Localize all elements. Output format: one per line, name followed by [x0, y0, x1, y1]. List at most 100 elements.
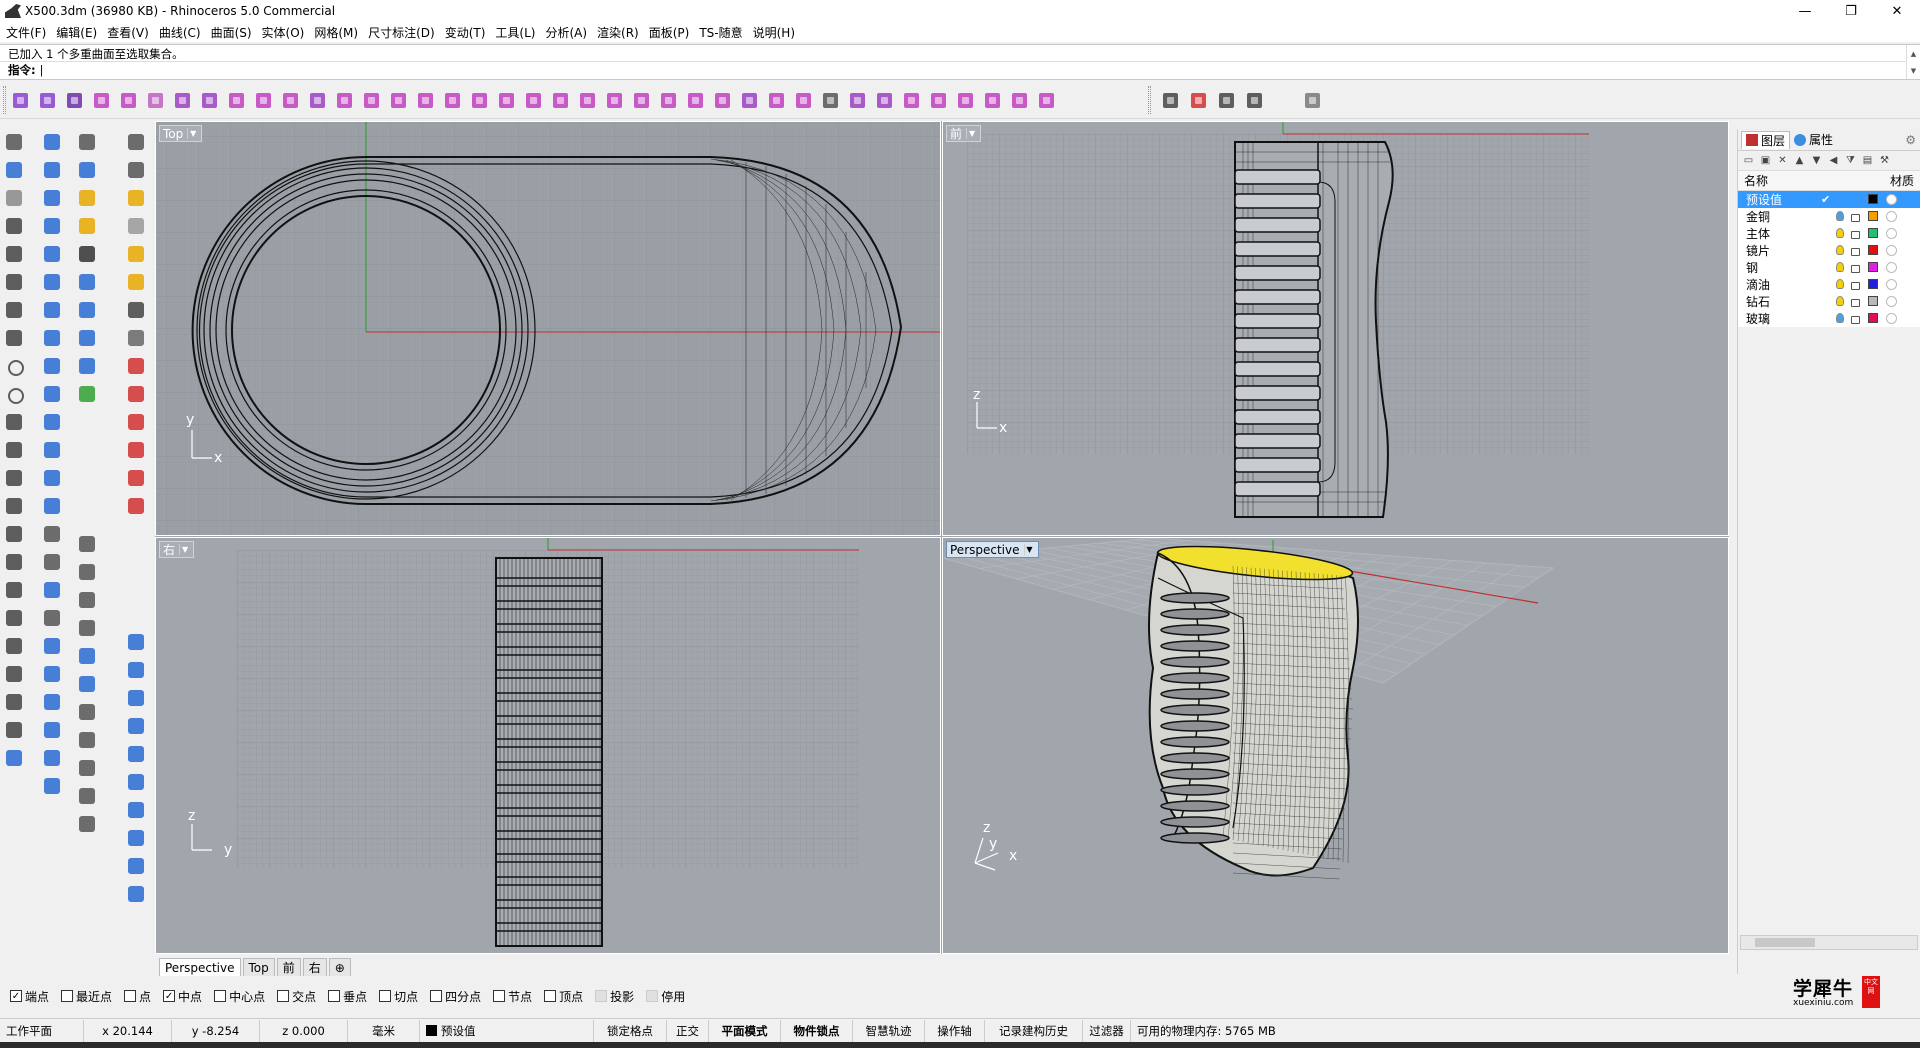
- solid-cube-icon[interactable]: [76, 383, 98, 405]
- polygon-tool-icon[interactable]: [3, 411, 25, 433]
- polyline-icon[interactable]: [3, 215, 25, 237]
- units-indicator[interactable]: 毫米: [348, 1019, 420, 1042]
- tools-icon[interactable]: ▤: [1860, 153, 1875, 168]
- lock-icon[interactable]: [1851, 299, 1860, 307]
- dim-align-icon[interactable]: [76, 159, 98, 181]
- layer-row[interactable]: 镜片: [1738, 242, 1920, 259]
- loft-icon[interactable]: [41, 383, 63, 405]
- lock-icon[interactable]: [1851, 316, 1860, 324]
- wrap-icon[interactable]: [41, 719, 63, 741]
- osnap-option[interactable]: ✓ 中点: [163, 988, 202, 1005]
- morph-icon[interactable]: [577, 90, 598, 111]
- table-icon[interactable]: [3, 747, 25, 769]
- text-tool-icon[interactable]: [3, 719, 25, 741]
- new-layer-icon[interactable]: ▭: [1741, 153, 1756, 168]
- arch-tool-icon[interactable]: [41, 607, 63, 629]
- light-bulb-icon[interactable]: [1836, 211, 1844, 221]
- move-icon[interactable]: [76, 533, 98, 555]
- slice-icon[interactable]: [766, 90, 787, 111]
- command-input[interactable]: |: [40, 63, 44, 77]
- move-down-icon[interactable]: ▼: [1809, 153, 1824, 168]
- join-icon[interactable]: [3, 691, 25, 713]
- tab-top[interactable]: Top: [242, 958, 275, 976]
- material-icon[interactable]: [1886, 194, 1897, 205]
- cylinder-tool-icon[interactable]: [41, 775, 63, 797]
- scroll-down-icon[interactable]: ▼: [1911, 67, 1916, 75]
- viewport-perspective[interactable]: Perspective ▼ z y x: [942, 537, 1729, 954]
- car-shade-icon[interactable]: [125, 411, 147, 433]
- move-parent-icon[interactable]: ◀: [1826, 153, 1841, 168]
- move-up-icon[interactable]: ▲: [1792, 153, 1807, 168]
- osnap-option[interactable]: 交点: [277, 988, 316, 1005]
- viewport-title-top[interactable]: Top ▼: [159, 125, 203, 142]
- solid-box-icon[interactable]: [37, 90, 58, 111]
- extrude-solid-icon[interactable]: [125, 827, 147, 849]
- circle-center-icon[interactable]: [3, 383, 25, 405]
- frame-icon[interactable]: [469, 90, 490, 111]
- rotate-icon[interactable]: [76, 673, 98, 695]
- box-solid-icon[interactable]: [125, 631, 147, 653]
- material-icon[interactable]: [1886, 245, 1897, 256]
- light-bulb-icon[interactable]: [1836, 228, 1844, 238]
- mesh-grid-icon[interactable]: [199, 90, 220, 111]
- orient-icon[interactable]: [76, 645, 98, 667]
- material-icon[interactable]: [1886, 313, 1897, 324]
- blend-curve-icon[interactable]: [3, 607, 25, 629]
- view-icon[interactable]: [125, 187, 147, 209]
- filter-toggle[interactable]: 过滤器: [1083, 1019, 1131, 1042]
- osnap-checkbox[interactable]: [277, 990, 290, 1002]
- osnap-checkbox[interactable]: [379, 990, 392, 1002]
- command-scrollbar[interactable]: ▲ ▼: [1906, 45, 1920, 79]
- sweep-icon[interactable]: [118, 90, 139, 111]
- menu-curve[interactable]: 曲线(C): [159, 24, 201, 41]
- spotlight-icon[interactable]: [125, 243, 147, 265]
- light-bulb-icon[interactable]: [1836, 313, 1844, 323]
- osnap-checkbox[interactable]: [430, 990, 443, 1002]
- torus-solid-icon[interactable]: [125, 771, 147, 793]
- rect-points-icon[interactable]: [3, 243, 25, 265]
- layer-row[interactable]: 预设值 ✔: [1738, 191, 1920, 208]
- surface-icon[interactable]: [41, 131, 63, 153]
- ribbon-icon[interactable]: [631, 90, 652, 111]
- zoom-icon[interactable]: [125, 131, 147, 153]
- boolean-diff-icon[interactable]: [76, 299, 98, 321]
- corner-icon[interactable]: [1302, 90, 1323, 111]
- flow-icon[interactable]: [415, 90, 436, 111]
- chain-icon[interactable]: [496, 90, 517, 111]
- tab-perspective[interactable]: Perspective: [159, 958, 241, 976]
- plane-icon[interactable]: [41, 355, 63, 377]
- layer-color-swatch[interactable]: [1868, 262, 1878, 272]
- lock-icon[interactable]: [1851, 282, 1860, 290]
- network-icon[interactable]: [41, 243, 63, 265]
- array-icon[interactable]: [442, 90, 463, 111]
- chevron-down-icon[interactable]: ▼: [1023, 544, 1035, 555]
- render-icon[interactable]: [125, 327, 147, 349]
- slab-solid-icon[interactable]: [125, 883, 147, 905]
- panel-icon[interactable]: [685, 90, 706, 111]
- edge-surface-icon[interactable]: [41, 159, 63, 181]
- car-render-icon[interactable]: [125, 439, 147, 461]
- osnap-checkbox[interactable]: [646, 990, 659, 1002]
- lock-icon[interactable]: [1851, 214, 1860, 222]
- command-line[interactable]: 指令: |: [0, 61, 1906, 78]
- material-icon[interactable]: [1886, 228, 1897, 239]
- linear-array-icon[interactable]: [76, 757, 98, 779]
- lock-icon[interactable]: [1851, 265, 1860, 273]
- menu-surface[interactable]: 曲面(S): [211, 24, 252, 41]
- wave-icon[interactable]: [739, 90, 760, 111]
- material-icon[interactable]: [1886, 262, 1897, 273]
- layer-row[interactable]: 金铜: [1738, 208, 1920, 225]
- fold-icon[interactable]: [658, 90, 679, 111]
- lock-icon[interactable]: [1851, 248, 1860, 256]
- menu-solid[interactable]: 实体(O): [262, 24, 305, 41]
- toolbar-grip-2[interactable]: [1148, 86, 1151, 114]
- surface-fold-icon[interactable]: [712, 90, 733, 111]
- viewport-right[interactable]: 右 ▼ z y: [155, 537, 941, 954]
- scrollbar-thumb[interactable]: [1755, 938, 1815, 947]
- viewport-title-perspective[interactable]: Perspective ▼: [946, 541, 1039, 558]
- osnap-checkbox[interactable]: ✓: [10, 990, 22, 1002]
- current-layer[interactable]: 预设值: [420, 1019, 594, 1042]
- tab-properties[interactable]: 属性: [1790, 131, 1837, 149]
- spiral-icon[interactable]: [125, 159, 147, 181]
- pipe-solid-icon[interactable]: [125, 799, 147, 821]
